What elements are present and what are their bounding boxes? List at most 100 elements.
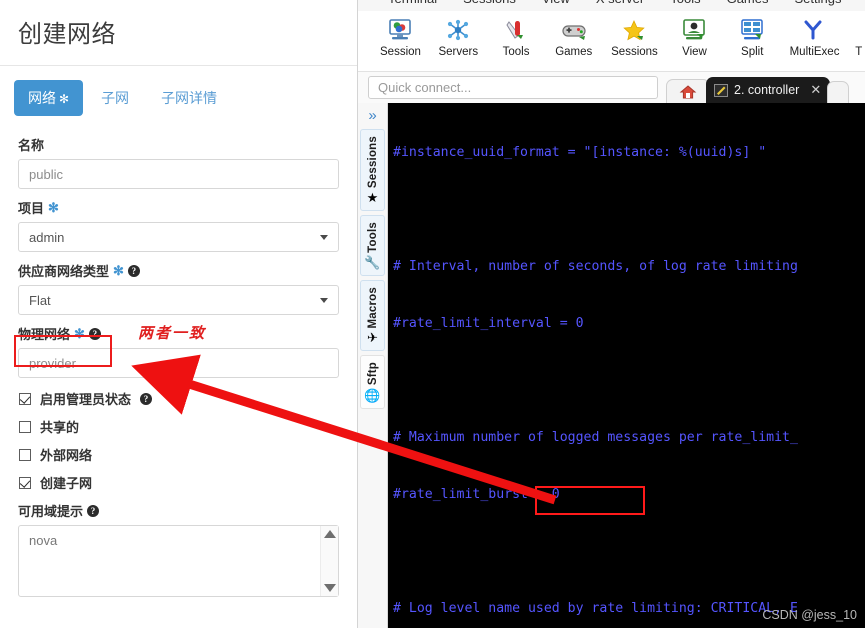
availability-zone-hints-label: 可用域提示 ? — [18, 501, 339, 520]
sidebar-expand-button[interactable]: » — [358, 107, 387, 125]
terminal-output[interactable]: #instance_uuid_format = "[instance: %(uu… — [388, 103, 865, 628]
checkbox-admin-state-label: 启用管理员状态 — [40, 392, 132, 407]
help-icon[interactable]: ? — [87, 504, 100, 517]
sidebar-tab-sessions-label: Sessions — [366, 136, 379, 189]
availability-zone-hints-label-text: 可用域提示 — [18, 504, 84, 519]
checkbox-external-network[interactable]: 外部网络 — [19, 445, 339, 464]
checkbox-group: 启用管理员状态 ? 共享的 外部网络 创建子网 — [18, 389, 339, 492]
checkbox-shared[interactable]: 共享的 — [19, 417, 339, 436]
tools-icon — [496, 17, 537, 43]
left-sidebar: » ★ Sessions 🔧 Tools ✈ Macros 🌐 Sftp — [358, 103, 388, 628]
close-icon[interactable]: ✕ — [810, 82, 821, 98]
annotation-label: 两者一致 — [138, 326, 207, 342]
checkbox-icon[interactable] — [19, 392, 31, 405]
menu-settings[interactable]: Settings — [795, 0, 842, 6]
checkbox-admin-state[interactable]: 启用管理员状态 ? — [19, 389, 339, 408]
checkbox-create-subnet-label: 创建子网 — [40, 476, 93, 491]
screenshot-root: 创建网络 网络 ✻ 子网 子网详情 名称 public 项目 ✻ admin 供… — [0, 0, 865, 628]
scroll-up-icon[interactable] — [323, 530, 336, 538]
menu-sessions[interactable]: Sessions — [463, 0, 516, 6]
toolbar-games-label: Games — [555, 46, 593, 58]
required-asterisk-icon: ✻ — [59, 92, 70, 106]
terminal-tab-label: 2. controller — [734, 83, 800, 97]
project-label: 项目 ✻ — [18, 198, 339, 217]
provider-network-type-select[interactable]: Flat — [18, 285, 339, 315]
menu-xserver[interactable]: X server — [596, 0, 644, 6]
star-icon: ★ — [366, 190, 379, 206]
toolbar-multiexec-button[interactable]: MultiExec — [790, 17, 839, 58]
toolbar-session-button[interactable]: Session — [380, 17, 421, 58]
toolbar-session-label: Session — [380, 46, 421, 58]
quick-connect-input[interactable]: Quick connect... — [368, 76, 658, 99]
toolbar-view-button[interactable]: View — [674, 17, 715, 58]
help-icon[interactable]: ? — [127, 264, 140, 277]
quick-connect-placeholder: Quick connect... — [378, 80, 472, 95]
view-icon — [674, 17, 715, 43]
physical-network-input[interactable]: provider — [18, 348, 339, 378]
sidebar-tab-macros-label: Macros — [366, 286, 379, 329]
availability-zone-hints-option[interactable]: nova — [29, 533, 57, 548]
listbox-scrollbar[interactable] — [320, 526, 338, 596]
sidebar-tab-sftp-label: Sftp — [366, 362, 379, 386]
tab-subnet[interactable]: 子网 — [87, 80, 143, 116]
menu-games[interactable]: Games — [727, 0, 769, 6]
menu-bar: Terminal Sessions View X server Tools Ga… — [358, 0, 865, 11]
availability-zone-hints-field: nova — [18, 525, 339, 597]
home-tab[interactable] — [666, 79, 710, 103]
name-label: 名称 — [18, 135, 339, 154]
chevron-down-icon — [320, 234, 328, 240]
scroll-down-icon[interactable] — [323, 584, 336, 592]
chevron-down-icon — [320, 297, 328, 303]
checkbox-create-subnet[interactable]: 创建子网 — [19, 473, 339, 492]
terminal-line: #rate_limit_interval = 0 — [393, 316, 584, 331]
toolbar-games-button[interactable]: Games — [553, 17, 594, 58]
checkbox-icon[interactable] — [19, 420, 31, 433]
menu-view[interactable]: View — [542, 0, 570, 6]
network-form: 名称 public 项目 ✻ admin 供应商网络类型 ✻ ? Flat 物理… — [0, 116, 357, 597]
toolbar-tunneling-button[interactable]: T — [853, 17, 865, 58]
checkbox-icon[interactable] — [19, 448, 31, 461]
toolbar-servers-button[interactable]: Servers — [438, 17, 479, 58]
checkbox-icon[interactable] — [19, 476, 31, 489]
toolbar-split-label: Split — [741, 46, 764, 58]
toolbar-view-label: View — [682, 46, 707, 58]
macro-icon: ✈ — [367, 330, 378, 346]
terminal-tab-controller[interactable]: 2. controller ✕ — [706, 77, 831, 103]
project-select-value: admin — [29, 229, 65, 245]
name-input[interactable]: public — [18, 159, 339, 189]
toolbar-sessions-label: Sessions — [611, 46, 658, 58]
servers-icon — [438, 17, 479, 43]
new-tab-button[interactable] — [827, 81, 850, 103]
name-input-value: public — [29, 166, 63, 182]
sidebar-tab-tools[interactable]: 🔧 Tools — [360, 215, 385, 276]
toolbar-sessions-button[interactable]: Sessions — [611, 17, 658, 58]
multiexec-icon — [790, 17, 836, 43]
toolbar-split-button[interactable]: Split — [732, 17, 773, 58]
sidebar-tab-tools-label: Tools — [366, 222, 379, 253]
tab-subnet-details[interactable]: 子网详情 — [147, 80, 231, 116]
sidebar-tab-sessions[interactable]: ★ Sessions — [360, 129, 385, 212]
create-network-panel: 创建网络 网络 ✻ 子网 子网详情 名称 public 项目 ✻ admin 供… — [0, 0, 358, 628]
provider-network-type-label: 供应商网络类型 ✻ ? — [18, 261, 339, 280]
tab-network[interactable]: 网络 ✻ — [14, 80, 84, 116]
required-asterisk-icon: ✻ — [113, 262, 124, 278]
sidebar-tab-sftp[interactable]: 🌐 Sftp — [360, 355, 385, 409]
checkbox-shared-label: 共享的 — [40, 420, 80, 435]
project-select[interactable]: admin — [18, 222, 339, 252]
sidebar-tab-macros[interactable]: ✈ Macros — [360, 279, 385, 352]
required-asterisk-icon: ✻ — [74, 325, 85, 341]
availability-zone-hints-listbox[interactable]: nova — [18, 525, 339, 597]
menu-terminal[interactable]: Terminal — [388, 0, 437, 6]
terminal-line: # Interval, number of seconds, of log ra… — [393, 259, 798, 274]
toolbar-tunneling-label: T — [855, 46, 863, 58]
menu-tools[interactable]: Tools — [670, 0, 700, 6]
split-icon — [732, 17, 773, 43]
toolbar-servers-label: Servers — [438, 46, 479, 58]
watermark: CSDN @jess_10 — [762, 608, 857, 622]
toolbar-tools-button[interactable]: Tools — [496, 17, 537, 58]
tunneling-icon — [853, 17, 865, 43]
terminal-line: #instance_uuid_format = "[instance: %(uu… — [393, 145, 767, 160]
help-icon[interactable]: ? — [140, 392, 153, 405]
help-icon[interactable]: ? — [88, 327, 101, 340]
provider-network-type-value: Flat — [29, 292, 51, 308]
